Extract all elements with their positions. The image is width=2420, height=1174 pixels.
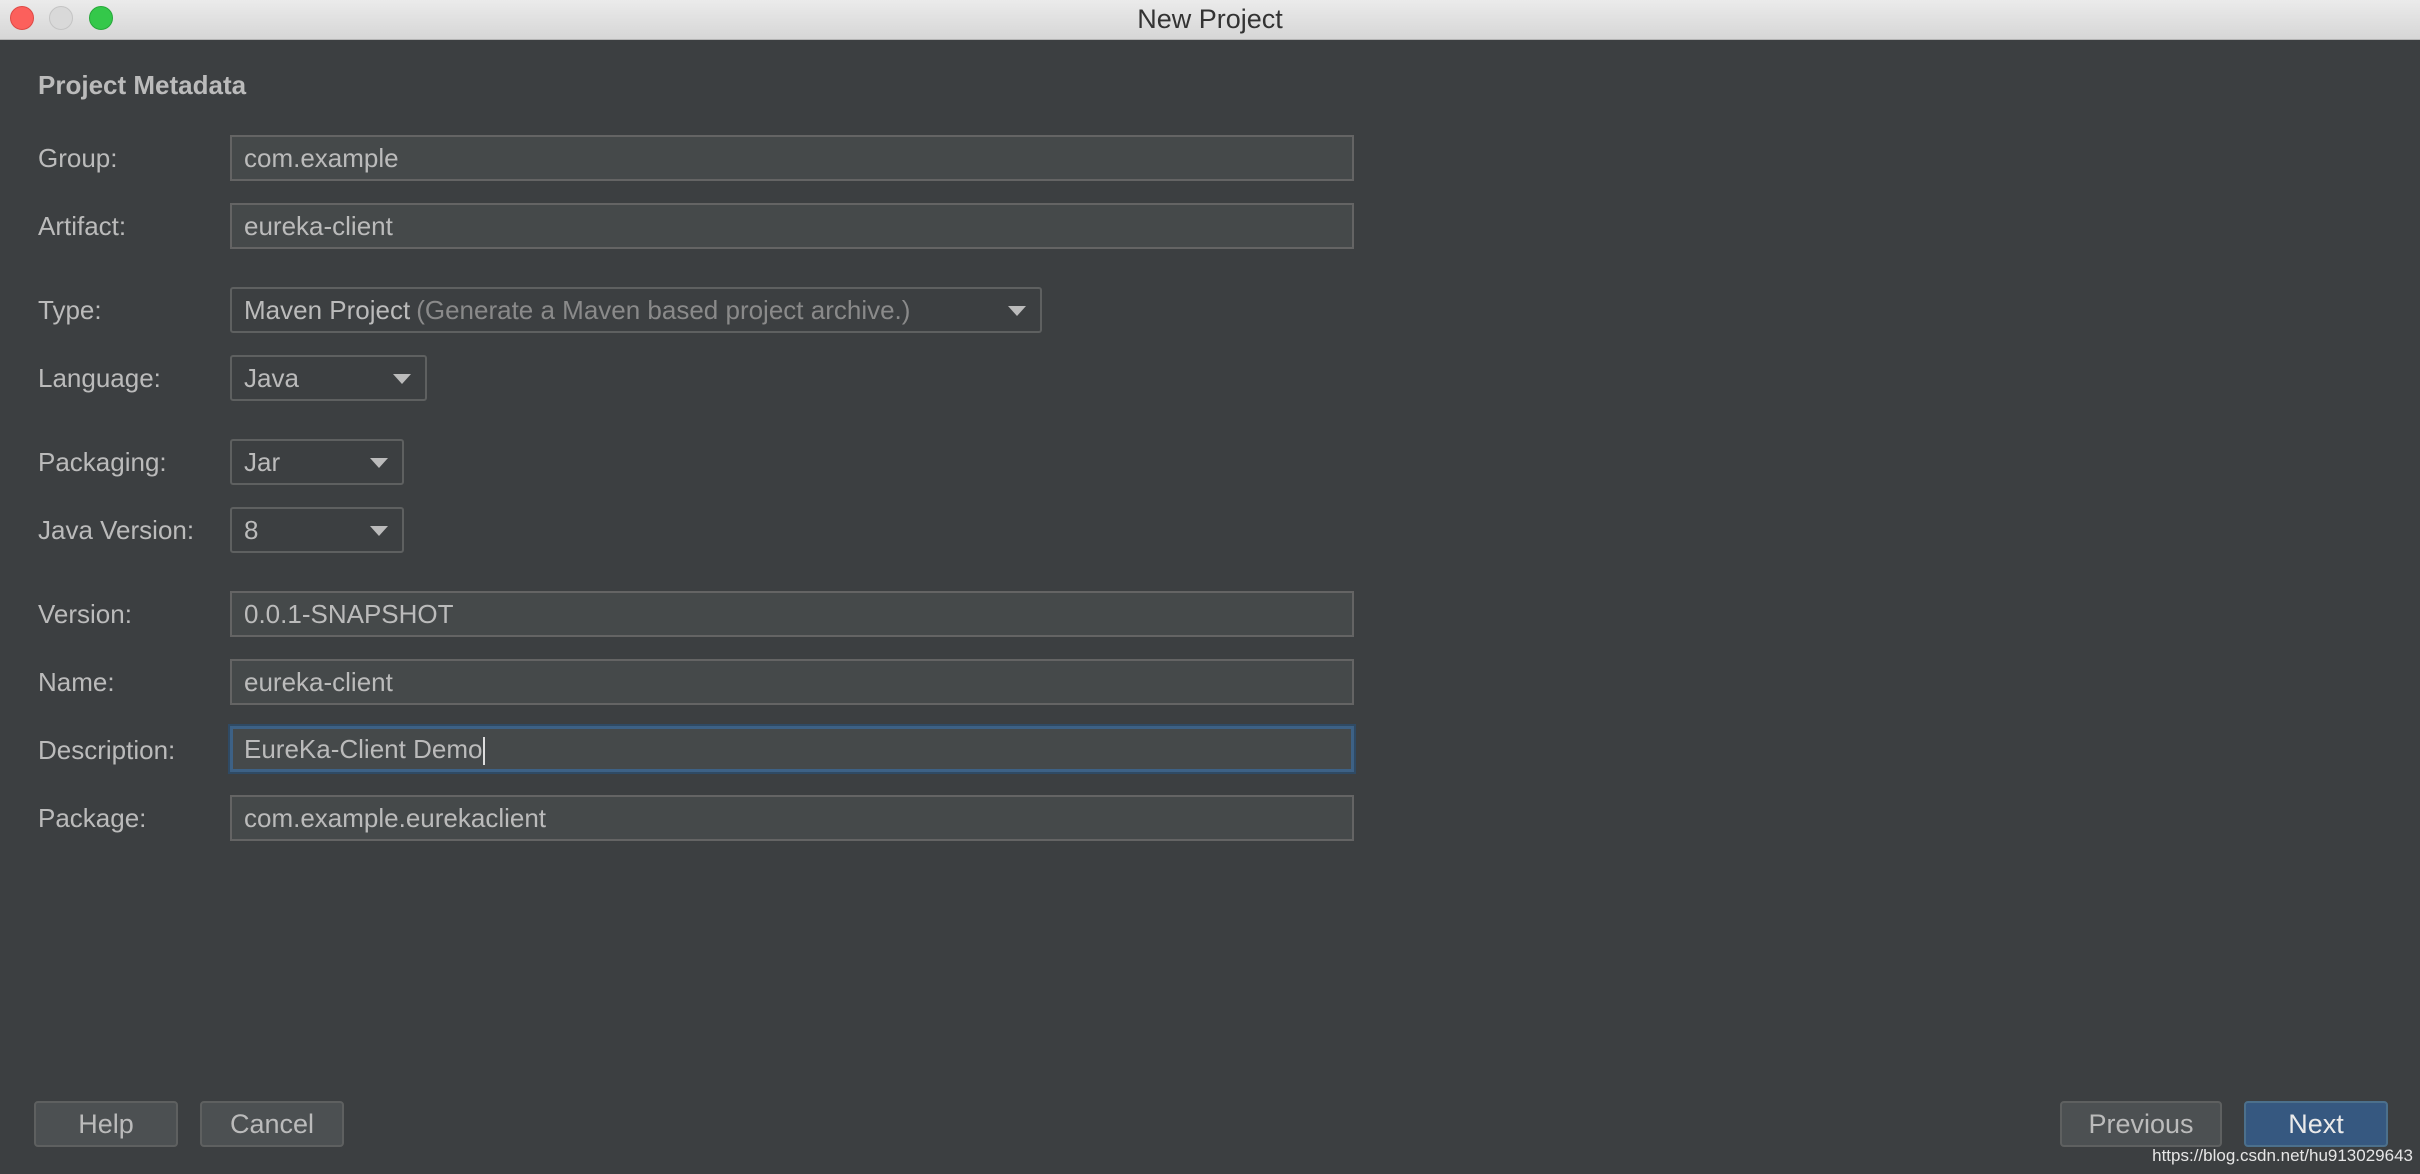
java-version-select[interactable]: 8 [230, 507, 404, 553]
group-field[interactable]: com.example [230, 135, 1354, 181]
window-title: New Project [1137, 4, 1283, 34]
previous-button[interactable]: Previous [2060, 1101, 2222, 1147]
help-button[interactable]: Help [34, 1101, 178, 1147]
group-label: Group: [38, 143, 118, 173]
artifact-label: Artifact: [38, 211, 127, 241]
next-button[interactable]: Next [2244, 1101, 2388, 1147]
description-label: Description: [38, 735, 176, 765]
java-version-label: Java Version: [38, 515, 195, 545]
section-title: Project Metadata [38, 70, 247, 100]
description-field[interactable]: EureKa-Client Demo [230, 726, 1354, 772]
type-label: Type: [38, 295, 102, 325]
package-label: Package: [38, 803, 147, 833]
package-field[interactable]: com.example.eurekaclient [230, 795, 1354, 841]
cancel-button[interactable]: Cancel [200, 1101, 344, 1147]
packaging-label: Packaging: [38, 447, 167, 477]
language-label: Language: [38, 363, 161, 393]
java-version-value: 8 [244, 515, 259, 545]
type-value: Maven Project [244, 295, 411, 325]
version-label: Version: [38, 599, 132, 629]
chevron-down-icon [393, 374, 411, 384]
artifact-field[interactable]: eureka-client [230, 203, 1354, 249]
chevron-down-icon [370, 458, 388, 468]
packaging-value: Jar [244, 447, 281, 477]
name-label: Name: [38, 667, 115, 697]
version-field[interactable]: 0.0.1-SNAPSHOT [230, 591, 1354, 637]
name-field[interactable]: eureka-client [230, 659, 1354, 705]
type-hint: (Generate a Maven based project archive.… [416, 295, 911, 325]
description-value: EureKa-Client Demo [244, 734, 483, 764]
language-select[interactable]: Java [230, 355, 427, 401]
text-caret [483, 737, 486, 766]
language-value: Java [244, 363, 299, 393]
chevron-down-icon [1008, 306, 1026, 316]
packaging-select[interactable]: Jar [230, 439, 404, 485]
type-select[interactable]: Maven Project (Generate a Maven based pro… [230, 287, 1042, 333]
title-bar: New Project [0, 0, 2420, 40]
chevron-down-icon [370, 526, 388, 536]
watermark: https://blog.csdn.net/hu913029643 [2152, 1146, 2413, 1165]
